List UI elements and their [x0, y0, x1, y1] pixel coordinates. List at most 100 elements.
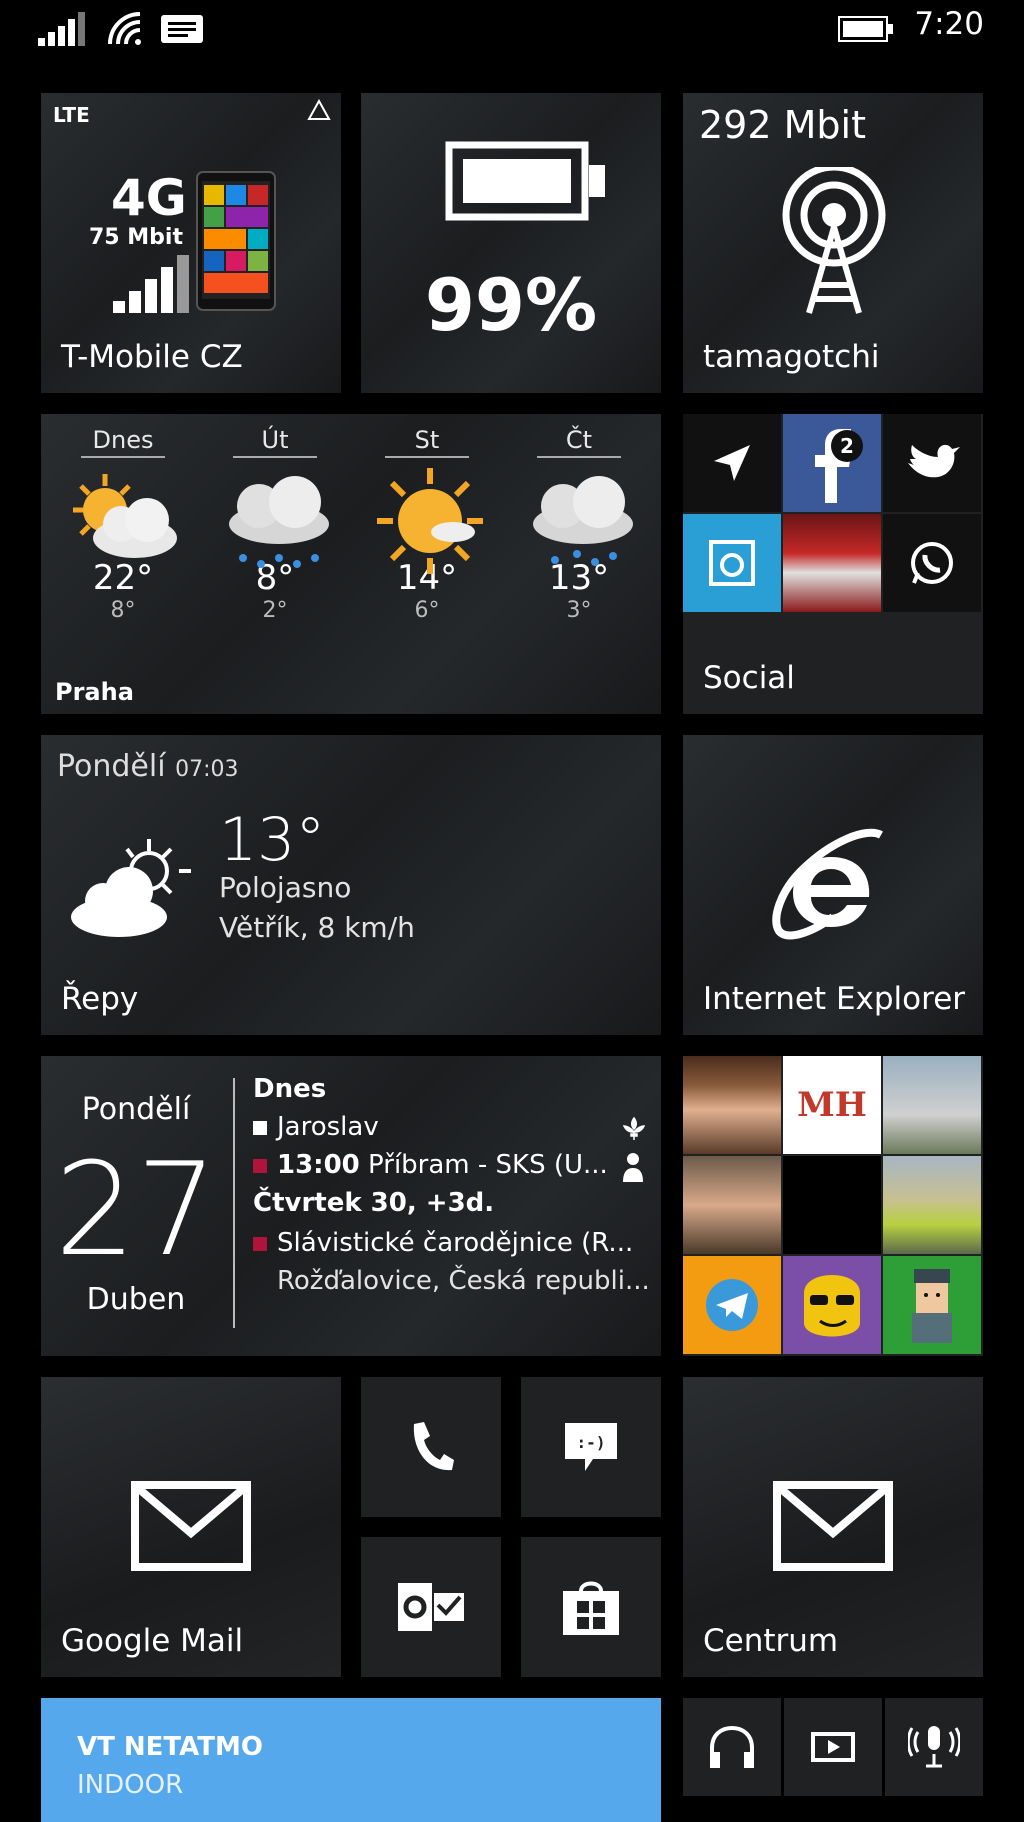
calendar-date: 27 [54, 1136, 218, 1285]
person-icon [623, 1153, 643, 1182]
internet-explorer-label: Internet Explorer [703, 981, 966, 1017]
signal-strength-icon [113, 255, 189, 313]
internet-explorer-tile[interactable]: Internet Explorer [683, 735, 983, 1035]
warning-triangle-icon [307, 99, 331, 120]
lte-badge: LTE [53, 103, 90, 127]
message-icon [161, 15, 203, 43]
calendar-divider [233, 1078, 235, 1328]
calendar-event-1: Jaroslav [253, 1112, 379, 1142]
netatmo-subtitle: INDOOR [77, 1770, 184, 1800]
social-whatsapp [883, 514, 981, 612]
social-location [683, 414, 781, 512]
sunny-icon [377, 468, 483, 574]
social-facebook: 2 [783, 414, 881, 512]
forecast-low: 2° [262, 598, 288, 623]
centrum-tile[interactable]: Centrum [683, 1377, 983, 1677]
contact-photo [683, 1056, 781, 1154]
calendar-event-3-location: Rožďalovice, Česká republi... [277, 1266, 650, 1296]
contact-photo: MH [783, 1056, 881, 1154]
facebook-notification-badge: 2 [831, 430, 863, 462]
network-generation: 4G [111, 169, 187, 227]
signal-bars-icon [38, 12, 85, 46]
weather-wind: Větřík, 8 km/h [219, 911, 415, 944]
contact-photo [683, 1256, 781, 1354]
headphones-tile[interactable] [683, 1698, 781, 1796]
location-arrow-icon [714, 445, 750, 481]
rain-icon [229, 476, 329, 568]
phone-device-icon [196, 171, 276, 311]
contact-photo [883, 1156, 981, 1254]
people-tile[interactable]: MH [683, 1056, 983, 1356]
internet-explorer-icon [772, 828, 883, 940]
wifi-speed: 292 Mbit [699, 103, 866, 147]
forecast-high: 22° [92, 558, 154, 598]
forecast-low: 6° [414, 598, 440, 623]
contact-photo [783, 1256, 881, 1354]
phone-tile[interactable] [361, 1377, 501, 1517]
netatmo-title: VT NETATMO [77, 1732, 263, 1762]
weather-day: Pondělí 07:03 [57, 749, 239, 784]
weather-day-name: Pondělí [57, 749, 166, 784]
whatsapp-icon [911, 542, 953, 584]
calendar-event-2-time: 13:00 [277, 1150, 360, 1180]
headphones-icon [710, 1725, 754, 1768]
telegram-icon [706, 1279, 758, 1331]
contact-photo [783, 1156, 881, 1254]
network-label: T-Mobile CZ [61, 339, 243, 375]
google-mail-tile[interactable]: Google Mail [41, 1377, 341, 1677]
netatmo-tile[interactable]: VT NETATMO INDOOR [41, 1698, 661, 1822]
mail-envelope-icon [773, 1481, 893, 1571]
clock: 7:20 [914, 6, 984, 42]
outlook-tile[interactable] [361, 1537, 501, 1677]
video-tile[interactable] [784, 1698, 882, 1796]
weather-today-tile[interactable]: Pondělí 07:03 13° Polojasno Větřík, 8 km… [41, 735, 661, 1035]
partly-cloudy-icon [71, 839, 191, 937]
microphone-icon [908, 1726, 960, 1768]
social-label: Social [703, 660, 795, 696]
phone-icon [413, 1422, 454, 1471]
battery-percent: 99% [424, 263, 598, 347]
radio-tower-icon [782, 167, 886, 314]
social-twitter [883, 414, 981, 512]
wifi-icon [108, 12, 141, 45]
wifi-tile[interactable]: 292 Mbit tamagotchi [683, 93, 983, 393]
network-tile[interactable]: LTE 4G 75 Mbit T-Mobile CZ [41, 93, 341, 393]
forecast-city: Praha [55, 678, 134, 706]
contact-photo [883, 1056, 981, 1154]
messaging-tile[interactable]: :-) [521, 1377, 661, 1517]
event-color-marker [253, 1120, 267, 1135]
rain-icon [533, 476, 633, 566]
calendar-tile[interactable]: Pondělí 27 Duben Dnes Jaroslav 13:00 Pří… [41, 1056, 661, 1356]
status-bar: 7:20 [0, 0, 1024, 60]
forecast-tile[interactable]: Dnes 22° 8° Út 8° 2° St 14° 6° Čt 13° 3° [41, 414, 661, 714]
calendar-event-2: 13:00 Příbram - SKS (U... [253, 1150, 608, 1180]
calendar-day-name: Pondělí [81, 1092, 191, 1127]
forecast-low: 8° [110, 598, 136, 623]
twitter-bird-icon [908, 444, 960, 478]
centrum-label: Centrum [703, 1623, 839, 1659]
mail-envelope-icon [131, 1481, 251, 1571]
calendar-event-1-title: Jaroslav [277, 1112, 379, 1142]
battery-tile[interactable]: 99% [361, 93, 661, 393]
store-icon [563, 1581, 619, 1635]
store-tile[interactable] [521, 1537, 661, 1677]
weather-time: 07:03 [175, 757, 239, 782]
forecast-day-name: St [385, 426, 469, 458]
event-color-marker [253, 1236, 267, 1251]
social-tile[interactable]: 2 Social [683, 414, 983, 714]
message-smiley-icon: :-) [565, 1423, 617, 1471]
event-color-marker [253, 1158, 267, 1173]
outlook-icon [398, 1583, 464, 1631]
svg-text::-): :-) [577, 1433, 606, 1452]
contact-photo [883, 1256, 981, 1354]
battery-full-icon [445, 141, 605, 221]
calendar-event-3: Slávistické čarodějnice (R... [253, 1228, 633, 1258]
fleur-de-lis-icon [622, 1116, 646, 1140]
microphone-tile[interactable] [885, 1698, 983, 1796]
social-photo [783, 514, 881, 612]
network-speed: 75 Mbit [89, 225, 183, 250]
contact-photo [683, 1156, 781, 1254]
cartoon-face-icon [804, 1275, 860, 1337]
weather-condition: Polojasno [219, 871, 352, 904]
calendar-event-2-title: Příbram - SKS (U... [368, 1150, 608, 1180]
